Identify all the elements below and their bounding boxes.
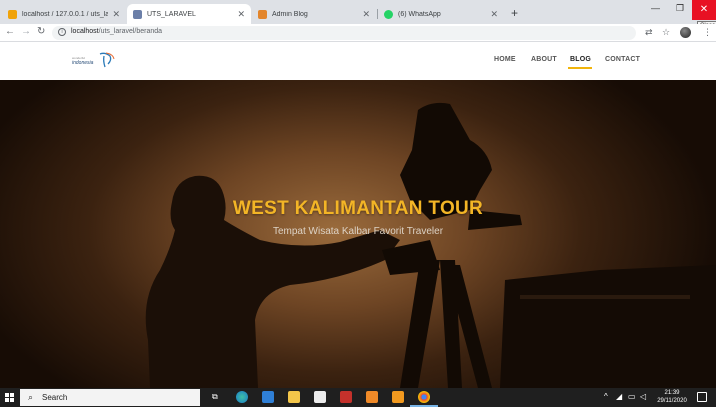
battery-icon[interactable]: ▭ bbox=[628, 392, 636, 401]
translate-icon[interactable]: ⇄ bbox=[645, 27, 653, 38]
nav-about-link[interactable]: ABOUT bbox=[531, 56, 557, 63]
laravel-favicon-icon bbox=[133, 9, 142, 19]
hero-banner: WEST KALIMANTAN TOUR Tempat Wisata Kalba… bbox=[0, 80, 716, 388]
store-icon[interactable] bbox=[314, 391, 326, 403]
sublime-text-icon[interactable] bbox=[392, 391, 404, 403]
back-arrow-icon[interactable]: ← bbox=[5, 26, 15, 37]
edge-icon[interactable] bbox=[236, 391, 248, 403]
new-tab-icon[interactable]: + bbox=[511, 6, 518, 20]
tab-uts-laravel[interactable]: UTS_LARAVEL ✕ bbox=[127, 4, 251, 24]
site-info-icon[interactable]: i bbox=[58, 28, 66, 36]
active-nav-underline bbox=[568, 67, 592, 69]
chrome-icon[interactable] bbox=[418, 391, 430, 403]
address-bar[interactable]: i localhost/uts_laravel/beranda bbox=[52, 26, 636, 40]
profile-avatar[interactable] bbox=[680, 27, 691, 38]
tab-title: Admin Blog bbox=[272, 10, 308, 18]
windows-start-icon[interactable] bbox=[5, 393, 14, 402]
forward-arrow-icon[interactable]: → bbox=[21, 26, 31, 37]
whatsapp-favicon-icon bbox=[384, 9, 393, 19]
network-icon[interactable]: ◢ bbox=[616, 392, 622, 401]
tab-close-icon[interactable]: ✕ bbox=[490, 9, 498, 20]
tab-phpmyadmin[interactable]: localhost / 127.0.0.1 / uts_laravel ✕ bbox=[2, 4, 126, 24]
restore-icon[interactable]: ❐ bbox=[676, 3, 684, 14]
windows-taskbar: ⌕ Search ⧉ ^ ◢ ▭ ◁ 21:39 29/11/2020 bbox=[0, 388, 716, 407]
blogger-favicon-icon bbox=[258, 9, 267, 19]
search-label: Search bbox=[42, 393, 68, 402]
tab-close-icon[interactable]: ✕ bbox=[112, 9, 120, 20]
nav-contact-link[interactable]: CONTACT bbox=[605, 56, 640, 63]
url-host: localhost bbox=[71, 28, 99, 35]
browser-toolbar: ← → ↻ i localhost/uts_laravel/beranda ⇄ … bbox=[0, 24, 716, 42]
notification-icon[interactable] bbox=[697, 392, 707, 402]
bookmark-star-icon[interactable]: ☆ bbox=[662, 27, 670, 38]
tab-title: localhost / 127.0.0.1 / uts_laravel bbox=[22, 10, 109, 18]
taskbar-search-box[interactable]: ⌕ Search bbox=[20, 389, 200, 406]
minimize-icon[interactable]: — bbox=[651, 3, 660, 13]
browser-tab-strip: localhost / 127.0.0.1 / uts_laravel ✕ UT… bbox=[0, 0, 716, 24]
reload-icon[interactable]: ↻ bbox=[37, 26, 45, 37]
clock-time: 21:39 bbox=[664, 390, 680, 396]
task-view-icon[interactable]: ⧉ bbox=[212, 392, 218, 402]
equipment-silhouette bbox=[500, 265, 716, 388]
address-url[interactable]: localhost/uts_laravel/beranda bbox=[71, 28, 162, 35]
tab-close-icon[interactable]: ✕ bbox=[237, 9, 245, 20]
wonderful-indonesia-logo[interactable]: wonderful indonesia bbox=[72, 50, 116, 70]
app-icon[interactable] bbox=[340, 391, 352, 403]
hero-subtitle: Tempat Wisata Kalbar Favorit Traveler bbox=[272, 226, 444, 237]
tray-chevron-icon[interactable]: ^ bbox=[604, 392, 608, 401]
tab-title: (6) WhatsApp bbox=[398, 10, 441, 18]
menu-dots-icon[interactable]: ⋮ bbox=[703, 27, 712, 38]
mail-icon[interactable] bbox=[262, 391, 274, 403]
file-explorer-icon[interactable] bbox=[288, 391, 300, 403]
nav-home-link[interactable]: HOME bbox=[494, 56, 516, 63]
tab-admin-blog[interactable]: Admin Blog ✕ bbox=[252, 4, 376, 24]
site-navbar: wonderful indonesia HOME ABOUT BLOG CONT… bbox=[0, 42, 716, 80]
hero-title: WEST KALIMANTAN TOUR bbox=[232, 198, 484, 219]
svg-text:indonesia: indonesia bbox=[72, 60, 94, 66]
volume-icon[interactable]: ◁ bbox=[640, 392, 646, 401]
taskbar-clock[interactable]: 21:39 29/11/2020 bbox=[652, 389, 692, 405]
tab-close-icon[interactable]: ✕ bbox=[362, 9, 370, 20]
tab-title: UTS_LARAVEL bbox=[147, 10, 196, 18]
window-close-icon[interactable]: ✕ bbox=[692, 0, 716, 20]
clock-date: 29/11/2020 bbox=[657, 398, 687, 404]
tripod-silhouette bbox=[400, 260, 492, 388]
xampp-icon[interactable] bbox=[366, 391, 378, 403]
search-icon: ⌕ bbox=[28, 392, 34, 402]
phpmyadmin-favicon-icon bbox=[8, 9, 17, 19]
nav-blog-link[interactable]: BLOG bbox=[570, 56, 591, 63]
tab-whatsapp[interactable]: (6) WhatsApp ✕ bbox=[378, 4, 504, 24]
url-path: /uts_laravel/beranda bbox=[98, 28, 163, 35]
